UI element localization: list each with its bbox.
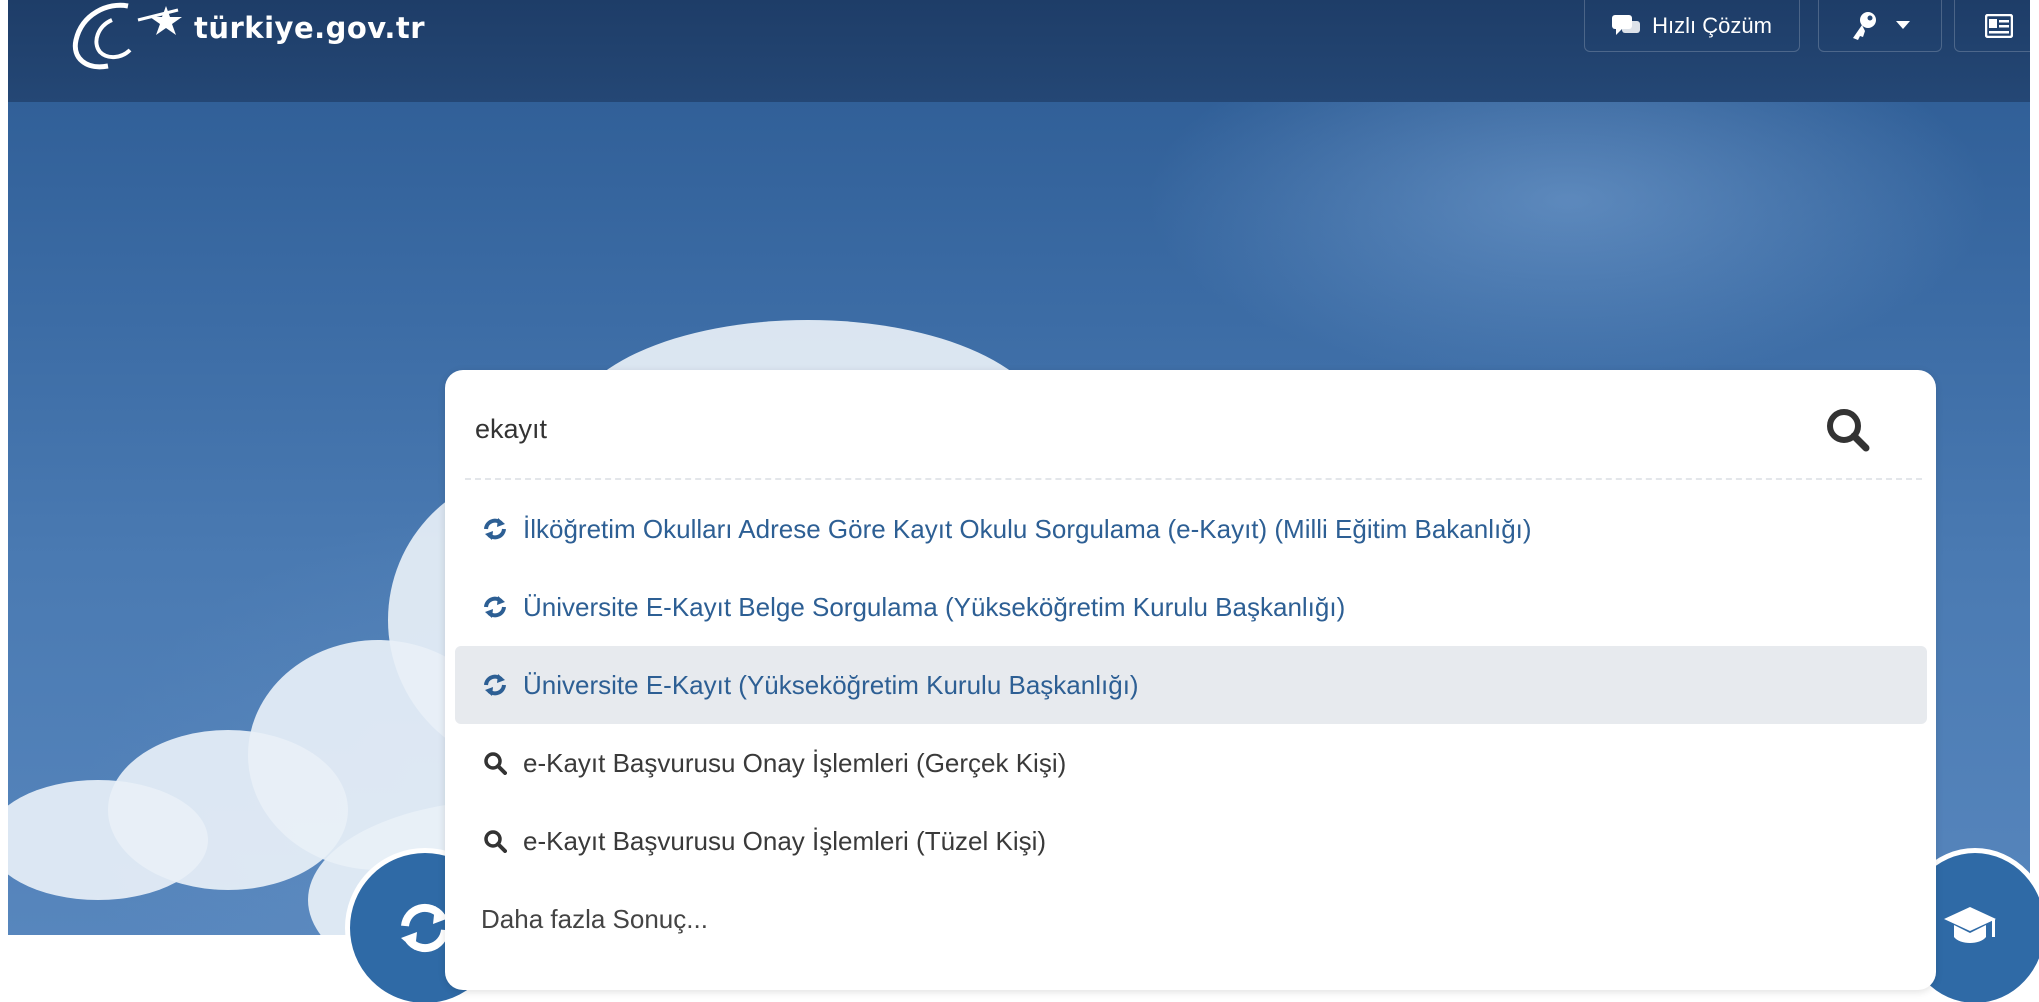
quick-solution-label: Hızlı Çözüm	[1652, 12, 1772, 38]
suggestion-item[interactable]: İlköğretim Okulları Adrese Göre Kayıt Ok…	[455, 490, 1927, 568]
search-icon	[481, 827, 509, 855]
search-panel: İlköğretim Okulları Adrese Göre Kayıt Ok…	[445, 370, 1936, 990]
id-card-icon	[1985, 13, 2013, 38]
key-icon	[1853, 11, 1876, 40]
suggestion-item-highlighted[interactable]: Üniversite E-Kayıt (Yükseköğretim Kurulu…	[455, 646, 1927, 724]
logo-mark-icon	[72, 2, 182, 70]
suggestion-label: Üniversite E-Kayıt (Yükseköğretim Kurulu…	[523, 669, 1139, 700]
caret-down-icon	[1896, 20, 1910, 29]
suggestion-label: İlköğretim Okulları Adrese Göre Kayıt Ok…	[523, 513, 1532, 544]
graduation-cap-icon	[1944, 907, 1996, 943]
suggestion-label: e-Kayıt Başvurusu Onay İşlemleri (Gerçek…	[523, 747, 1067, 778]
suggestion-item[interactable]: e-Kayıt Başvurusu Onay İşlemleri (Gerçek…	[455, 724, 1927, 802]
search-input[interactable]	[475, 404, 1775, 454]
quick-solution-button[interactable]: Hızlı Çözüm	[1584, 0, 1800, 52]
suggestion-label: e-Kayıt Başvurusu Onay İşlemleri (Tüzel …	[523, 825, 1047, 856]
search-bar	[445, 370, 1936, 478]
search-suggestions: İlköğretim Okulları Adrese Göre Kayıt Ok…	[455, 490, 1927, 958]
more-results-link[interactable]: Daha fazla Sonuç...	[455, 880, 1927, 958]
suggestion-item[interactable]: Üniversite E-Kayıt Belge Sorgulama (Yüks…	[455, 568, 1927, 646]
top-navigation-bar: türkiye.gov.tr Hızlı Çözüm	[8, 0, 2039, 102]
suggestion-item[interactable]: e-Kayıt Başvurusu Onay İşlemleri (Tüzel …	[455, 802, 1927, 880]
service-refresh-icon	[481, 671, 509, 699]
search-divider	[465, 478, 1922, 480]
logo-text: türkiye.gov.tr	[194, 11, 426, 45]
service-refresh-icon	[481, 515, 509, 543]
login-dropdown-button[interactable]	[1818, 0, 1942, 52]
site-logo[interactable]: türkiye.gov.tr	[68, 0, 425, 72]
id-card-button[interactable]	[1954, 0, 2039, 52]
search-icon	[481, 749, 509, 777]
chat-bubbles-icon	[1612, 14, 1641, 35]
service-refresh-icon	[481, 593, 509, 621]
suggestion-label: Üniversite E-Kayıt Belge Sorgulama (Yüks…	[523, 591, 1346, 622]
search-icon[interactable]	[1824, 406, 1872, 454]
